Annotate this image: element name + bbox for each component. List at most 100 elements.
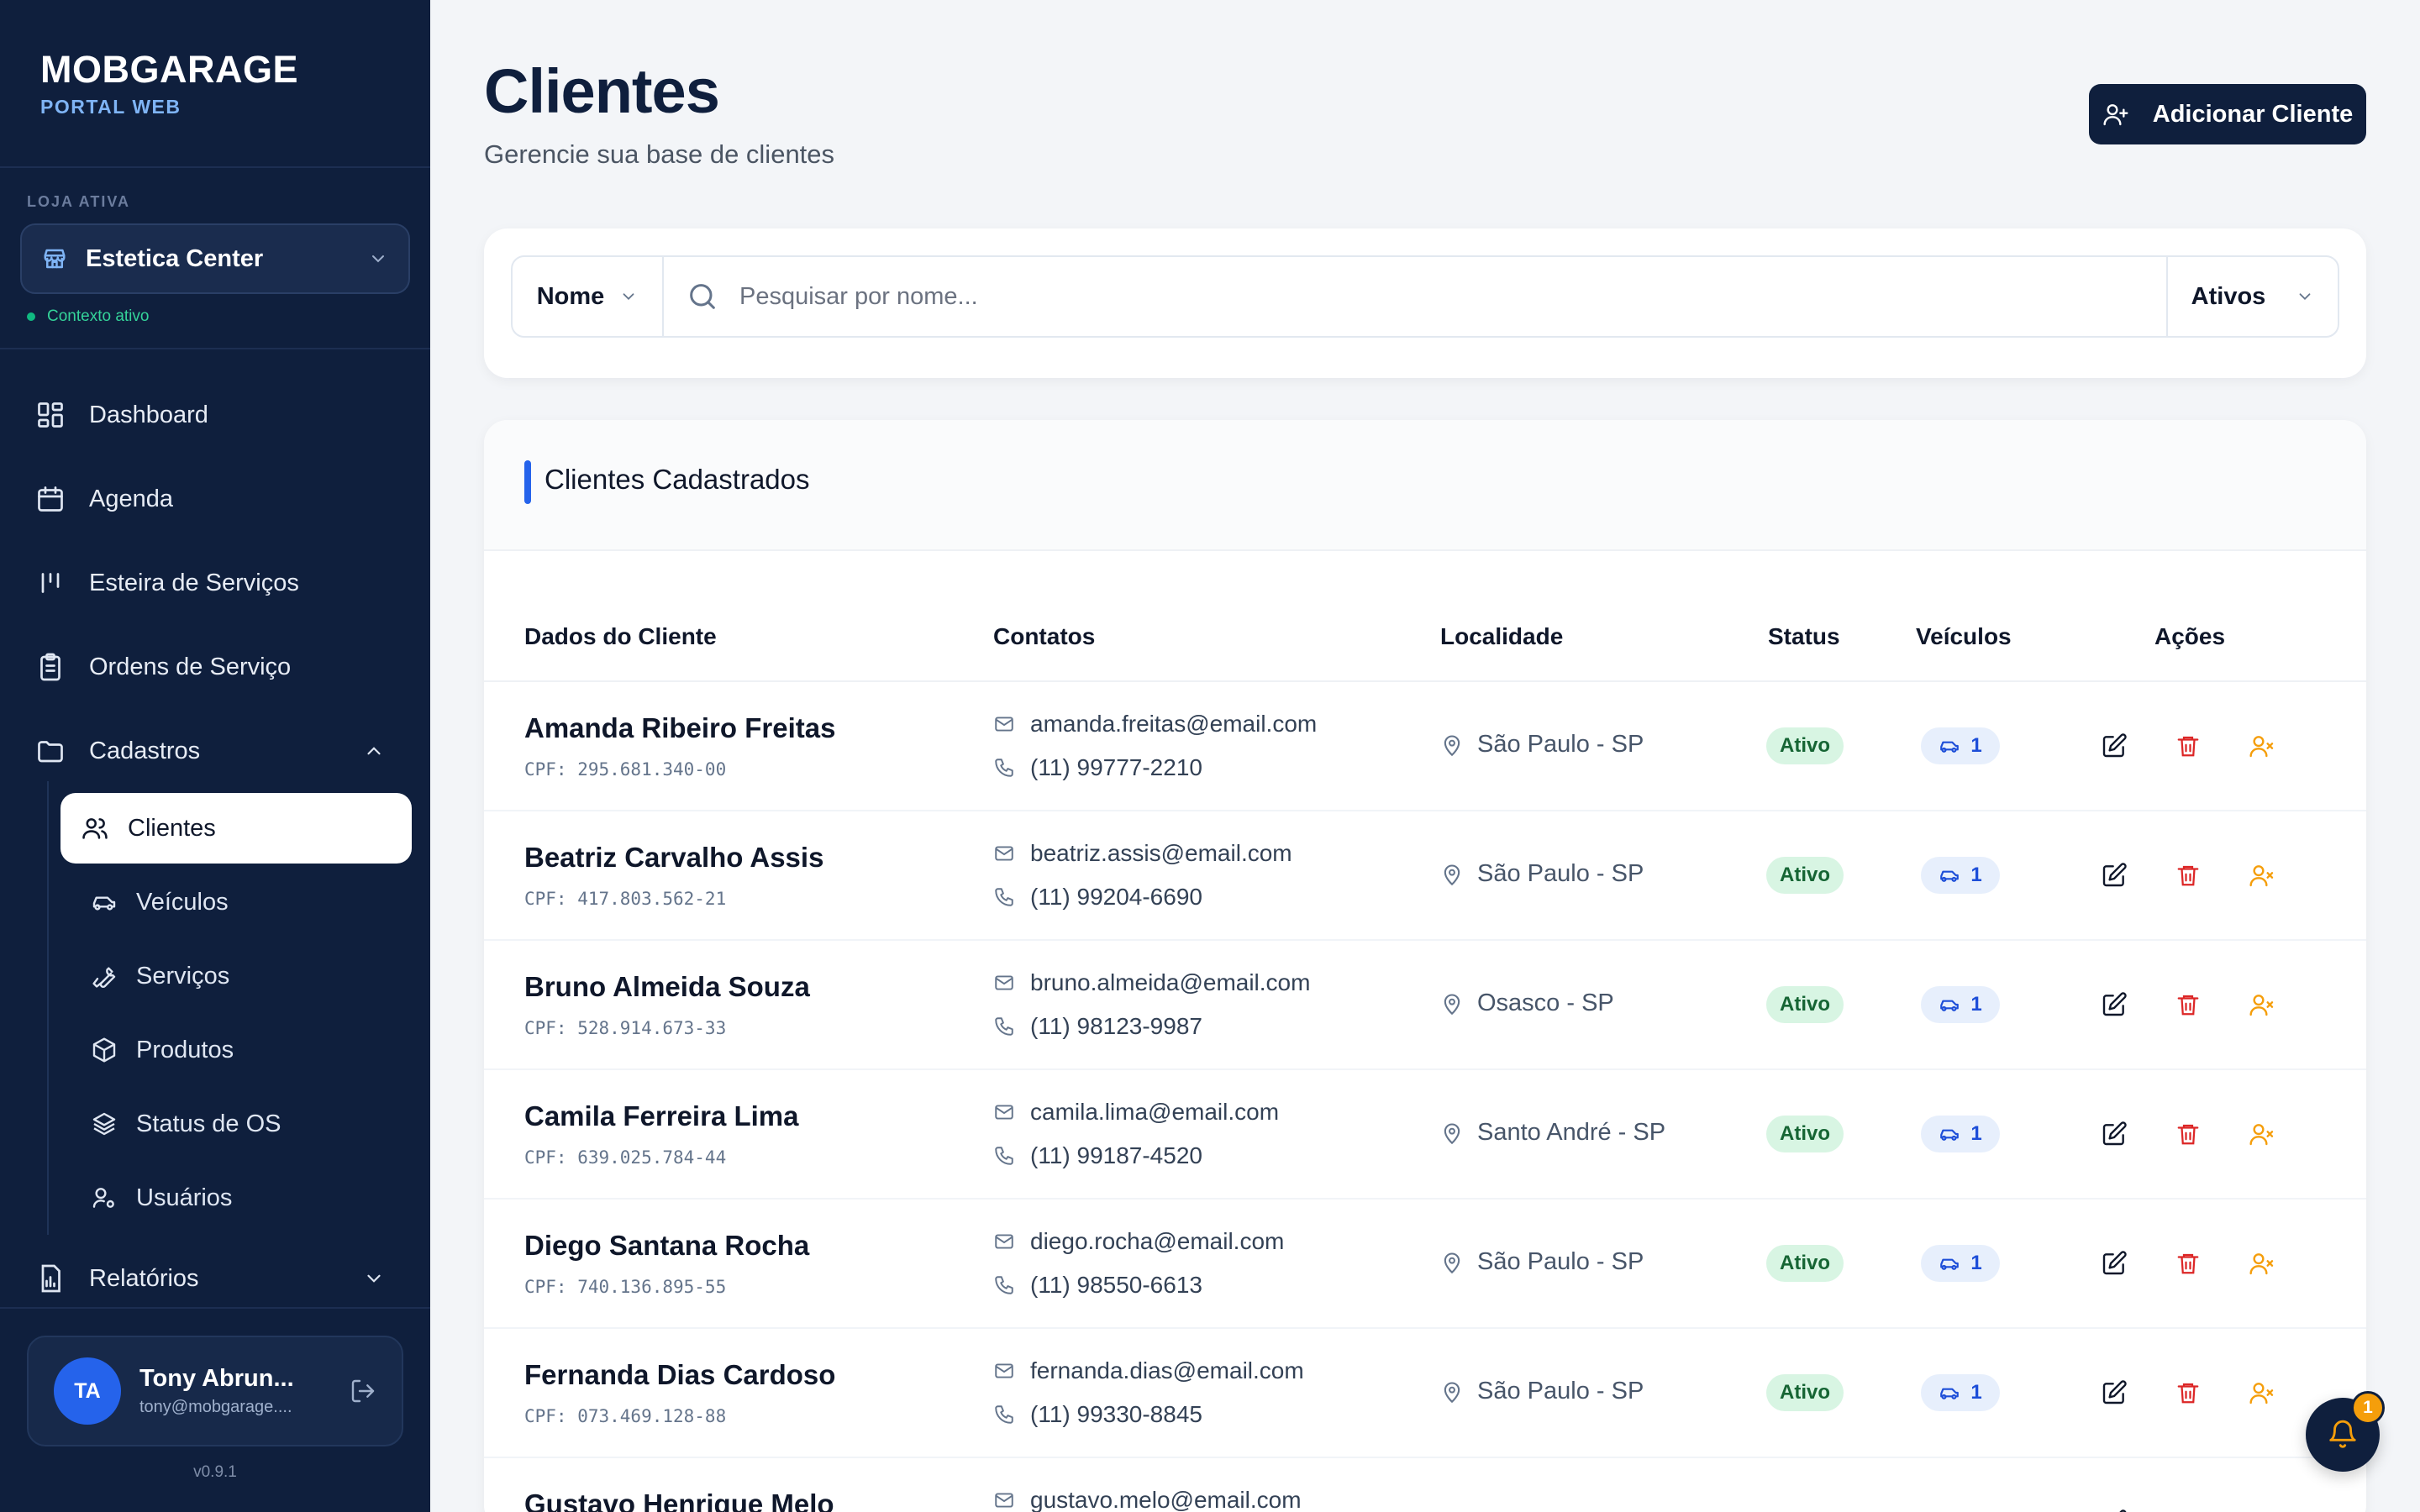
vehicles-badge[interactable]: 1 xyxy=(1921,986,2000,1023)
sidebar-item-esteira[interactable]: Esteira de Serviços xyxy=(35,549,405,617)
delete-button[interactable] xyxy=(2173,1507,2203,1512)
delete-button[interactable] xyxy=(2173,731,2203,761)
search-input[interactable] xyxy=(739,282,2084,311)
deactivate-client-button[interactable] xyxy=(2247,1119,2277,1149)
client-phone[interactable]: (11) 98550-6613 xyxy=(993,1272,1202,1299)
user-email: tony@mobgarage.... xyxy=(139,1398,292,1416)
delete-button[interactable] xyxy=(2173,990,2203,1020)
sidebar-item-status-os[interactable]: Status de OS xyxy=(76,1090,412,1158)
sidebar-item-ordens[interactable]: Ordens de Serviço xyxy=(35,633,405,701)
edit-button[interactable] xyxy=(2099,990,2129,1020)
sidebar-item-produtos[interactable]: Produtos xyxy=(76,1016,412,1084)
mail-icon xyxy=(993,843,1015,864)
delete-button[interactable] xyxy=(2173,1119,2203,1149)
sidebar-item-servicos[interactable]: Serviços xyxy=(76,942,412,1010)
table-row[interactable]: Amanda Ribeiro Freitas CPF: 295.681.340-… xyxy=(484,682,2366,811)
edit-icon xyxy=(2101,732,2128,759)
sidebar-item-dashboard[interactable]: Dashboard xyxy=(35,381,405,449)
vehicles-badge[interactable]: 1 xyxy=(1921,857,2000,894)
column-header-veiculos[interactable]: Veículos xyxy=(1916,623,2012,650)
column-header-dados[interactable]: Dados do Cliente xyxy=(524,623,717,650)
vehicles-badge[interactable]: 1 xyxy=(1921,1374,2000,1411)
map-pin-icon xyxy=(1440,1251,1464,1274)
client-cpf: CPF: 528.914.673-33 xyxy=(524,1018,727,1038)
phone-icon xyxy=(993,1016,1015,1037)
deactivate-client-button[interactable] xyxy=(2247,1378,2277,1408)
report-icon xyxy=(35,1263,66,1294)
column-header-localidade[interactable]: Localidade xyxy=(1440,623,1563,650)
table-row[interactable]: Bruno Almeida Souza CPF: 528.914.673-33 … xyxy=(484,941,2366,1070)
edit-button[interactable] xyxy=(2099,1507,2129,1512)
vehicles-count: 1 xyxy=(1970,1381,1982,1404)
deactivate-client-button[interactable] xyxy=(2247,860,2277,890)
edit-button[interactable] xyxy=(2099,1378,2129,1408)
add-client-button[interactable]: Adicionar Cliente xyxy=(2089,84,2366,144)
client-phone-text: (11) 99204-6690 xyxy=(1030,884,1202,910)
deactivate-client-button[interactable] xyxy=(2247,990,2277,1020)
user-card[interactable]: TA Tony Abrun... tony@mobgarage.... xyxy=(27,1336,403,1446)
sidebar-item-label: Cadastros xyxy=(89,737,201,764)
sidebar-item-relatorios[interactable]: Relatórios xyxy=(35,1245,405,1312)
client-phone[interactable]: (11) 99330-8845 xyxy=(993,1401,1202,1428)
client-phone-text: (11) 99187-4520 xyxy=(1030,1142,1202,1168)
vehicles-badge[interactable]: 1 xyxy=(1921,1245,2000,1282)
search-field-select[interactable]: Nome xyxy=(513,257,664,336)
table-row[interactable]: Camila Ferreira Lima CPF: 639.025.784-44… xyxy=(484,1070,2366,1200)
column-header-acoes: Ações xyxy=(2154,623,2226,649)
delete-button[interactable] xyxy=(2173,1378,2203,1408)
status-filter-select[interactable]: Ativos xyxy=(2166,257,2338,336)
column-header-status[interactable]: Status xyxy=(1768,623,1840,650)
client-email-text: amanda.freitas@email.com xyxy=(1030,711,1318,737)
logout-icon[interactable] xyxy=(350,1378,376,1404)
sidebar-item-usuarios[interactable]: Usuários xyxy=(76,1164,412,1231)
delete-button[interactable] xyxy=(2173,860,2203,890)
client-email[interactable]: beatriz.assis@email.com xyxy=(993,840,1292,867)
vehicles-count: 1 xyxy=(1970,734,1982,757)
deactivate-client-button[interactable] xyxy=(2247,731,2277,761)
client-phone[interactable]: (11) 99187-4520 xyxy=(993,1142,1202,1169)
mail-icon xyxy=(993,1360,1015,1382)
sidebar-item-veiculos[interactable]: Veículos xyxy=(76,869,412,936)
search-field-label: Nome xyxy=(536,282,605,310)
table-row[interactable]: Beatriz Carvalho Assis CPF: 417.803.562-… xyxy=(484,811,2366,941)
client-email[interactable]: camila.lima@email.com xyxy=(993,1099,1279,1126)
folder-icon xyxy=(35,736,66,766)
edit-icon xyxy=(2101,862,2128,889)
table-row[interactable]: Gustavo Henrique Melo gustavo.melo@email… xyxy=(484,1458,2366,1512)
sidebar-item-agenda[interactable]: Agenda xyxy=(35,465,405,533)
sidebar-item-cadastros[interactable]: Cadastros xyxy=(35,717,405,785)
edit-button[interactable] xyxy=(2099,1119,2129,1149)
sidebar-item-label: Esteira de Serviços xyxy=(89,569,299,596)
client-location-text: Osasco - SP xyxy=(1477,990,1614,1016)
page-title: Clientes xyxy=(484,56,720,126)
edit-button[interactable] xyxy=(2099,1248,2129,1278)
trash-icon xyxy=(2175,1380,2201,1405)
client-phone[interactable]: (11) 99777-2210 xyxy=(993,754,1202,781)
client-email[interactable]: fernanda.dias@email.com xyxy=(993,1357,1304,1384)
page-subtitle: Gerencie sua base de clientes xyxy=(484,139,835,169)
client-phone[interactable]: (11) 98123-9987 xyxy=(993,1013,1202,1040)
client-email[interactable]: gustavo.melo@email.com xyxy=(993,1487,1302,1512)
client-name: Diego Santana Rocha xyxy=(524,1230,810,1261)
search-wrapper xyxy=(664,257,2166,336)
deactivate-client-button[interactable] xyxy=(2247,1248,2277,1278)
column-header-contatos[interactable]: Contatos xyxy=(993,623,1095,650)
vehicles-badge[interactable]: 1 xyxy=(1921,727,2000,764)
client-email[interactable]: amanda.freitas@email.com xyxy=(993,711,1317,738)
table-row[interactable]: Diego Santana Rocha CPF: 740.136.895-55 … xyxy=(484,1200,2366,1329)
deactivate-client-button[interactable] xyxy=(2247,1507,2277,1512)
table-row[interactable]: Fernanda Dias Cardoso CPF: 073.469.128-8… xyxy=(484,1329,2366,1458)
map-pin-icon xyxy=(1440,992,1464,1016)
client-email[interactable]: bruno.almeida@email.com xyxy=(993,969,1310,996)
client-phone[interactable]: (11) 99204-6690 xyxy=(993,884,1202,911)
client-email-text: camila.lima@email.com xyxy=(1030,1099,1280,1125)
sidebar-item-clientes[interactable]: Clientes xyxy=(60,793,412,864)
vehicles-badge[interactable]: 1 xyxy=(1921,1116,2000,1152)
sidebar: MOBGARAGE PORTAL WEB LOJA ATIVA Estetica… xyxy=(0,0,430,1512)
edit-button[interactable] xyxy=(2099,860,2129,890)
store-selector[interactable]: Estetica Center xyxy=(20,223,410,294)
delete-button[interactable] xyxy=(2173,1248,2203,1278)
edit-button[interactable] xyxy=(2099,731,2129,761)
client-email[interactable]: diego.rocha@email.com xyxy=(993,1228,1284,1255)
chevron-down-icon xyxy=(2296,287,2314,306)
